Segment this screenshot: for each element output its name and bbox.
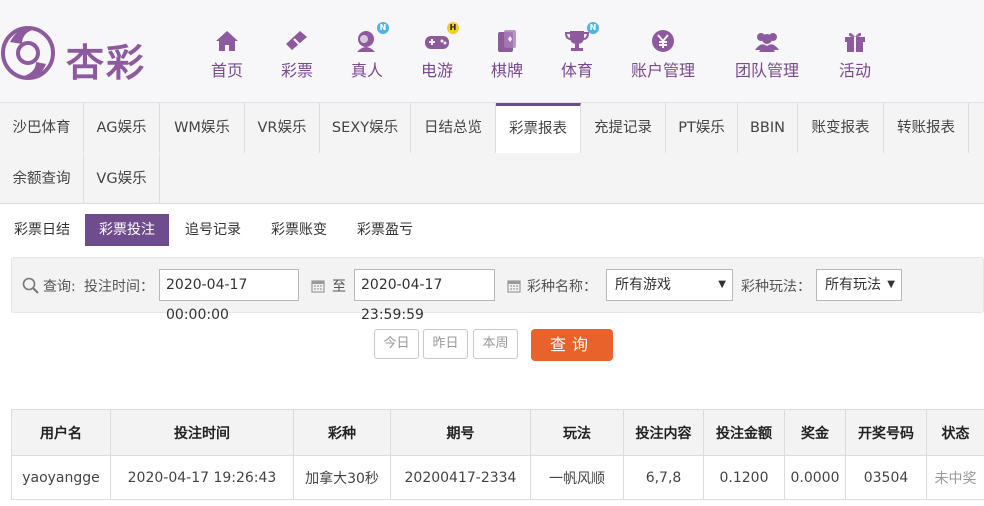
tab-deposit-withdraw[interactable]: 充提记录	[581, 103, 666, 153]
query-panel: 查询: 投注时间： 2020-04-17 00:00:00 至 2020-04-…	[11, 257, 984, 323]
nav-item-live[interactable]: N 真人	[346, 22, 389, 82]
cell-bet-content: 6,7,8	[623, 455, 704, 500]
nav-item-home[interactable]: 首页	[206, 26, 248, 82]
cell-bet-time: 2020-04-17 19:26:43	[110, 455, 294, 500]
team-icon	[755, 33, 779, 52]
tab-sexy[interactable]: SEXY娱乐	[320, 103, 411, 153]
tab-lottery-report[interactable]: 彩票报表	[496, 103, 581, 153]
end-time-input[interactable]: 2020-04-17 23:59:59	[354, 269, 495, 323]
nav-label: 活动	[838, 61, 871, 80]
lottery-name-value: 所有游戏	[615, 277, 671, 293]
tab-wm[interactable]: WM娱乐	[160, 103, 245, 153]
col-draw-number: 开奖号码	[845, 409, 927, 456]
nav-badge-new: N	[587, 22, 599, 34]
tab-daily-overview[interactable]: 日结总览	[411, 103, 496, 153]
play-type-select[interactable]: 所有玩法 ▼	[816, 269, 902, 301]
cell-draw-number: 03504	[845, 455, 927, 500]
col-play: 玩法	[530, 409, 624, 456]
nav-item-promotions[interactable]: 活动	[834, 26, 876, 82]
col-lottery: 彩种	[293, 409, 391, 456]
lottery-name-label: 彩种名称：	[527, 279, 597, 295]
tab-bbin[interactable]: BBIN	[738, 103, 798, 153]
live-dealer-icon	[357, 31, 375, 52]
tab-pt[interactable]: PT娱乐	[666, 103, 738, 153]
subtab-lottery-daily[interactable]: 彩票日结	[0, 214, 84, 246]
nav-label: 电游	[420, 61, 453, 80]
range-separator: 至	[332, 279, 346, 295]
gamepad-icon	[425, 36, 449, 49]
calendar-icon[interactable]	[507, 279, 521, 293]
tab-balance-query[interactable]: 余额查询	[0, 154, 84, 204]
nav-label: 真人	[350, 61, 383, 80]
nav-badge-hot: H	[447, 22, 459, 34]
tab-saba-sports[interactable]: 沙巴体育	[0, 103, 84, 153]
brand-logo[interactable]: 杏彩	[0, 22, 160, 85]
this-week-button[interactable]: 本周	[473, 329, 518, 359]
col-username: 用户名	[11, 409, 111, 456]
table-header-row: 用户名 投注时间 彩种 期号 玩法 投注内容 投注金额 奖金 开奖号码 状态	[11, 409, 984, 456]
nav-item-sports[interactable]: N 体育	[556, 22, 599, 82]
status-badge: 未中奖	[926, 455, 984, 500]
calendar-icon[interactable]	[311, 279, 325, 293]
report-category-tabs: 沙巴体育 AG娱乐 WM娱乐 VR娱乐 SEXY娱乐 日结总览 彩票报表 充提记…	[0, 102, 984, 204]
col-bet-time: 投注时间	[110, 409, 294, 456]
nav-item-chess-cards[interactable]: 棋牌	[486, 26, 528, 82]
search-icon	[22, 277, 39, 294]
nav-item-lottery[interactable]: 彩票	[276, 26, 318, 82]
tab-balance-change[interactable]: 账变报表	[798, 103, 884, 153]
nav-label: 体育	[560, 61, 593, 80]
table-row[interactable]: yaoyangge 2020-04-17 19:26:43 加拿大30秒 202…	[11, 455, 984, 500]
col-bet-content: 投注内容	[623, 409, 704, 456]
lottery-ticket-icon	[286, 31, 307, 50]
nav-badge-new: N	[377, 22, 389, 34]
subtab-lottery-balance-change[interactable]: 彩票账变	[257, 214, 341, 246]
cards-icon	[498, 30, 516, 52]
chevron-down-icon: ▼	[718, 279, 726, 290]
subtab-chase-records[interactable]: 追号记录	[171, 214, 255, 246]
bet-time-label: 投注时间：	[84, 279, 154, 295]
play-type-label: 彩种玩法：	[741, 279, 811, 295]
nav-label: 彩票	[280, 61, 313, 80]
nav-item-team[interactable]: 团队管理	[732, 26, 802, 82]
play-type-value: 所有玩法	[825, 277, 881, 293]
tab-vg[interactable]: VG娱乐	[84, 154, 160, 204]
gift-icon	[845, 32, 865, 52]
subtab-lottery-profit-loss[interactable]: 彩票盈亏	[343, 214, 427, 246]
start-time-input[interactable]: 2020-04-17 00:00:00	[159, 269, 299, 323]
cell-username: yaoyangge	[11, 455, 111, 500]
nav-label: 棋牌	[490, 61, 523, 80]
nav-label: 团队管理	[734, 61, 799, 80]
nav-label: 账户管理	[630, 61, 695, 80]
trophy-icon	[564, 31, 590, 51]
chevron-down-icon: ▼	[887, 279, 895, 290]
top-header: 杏彩 首页 彩票 N 真人 H 电游 棋牌 N 体育 账户管理 团队管理 活动	[0, 0, 984, 102]
query-label: 查询:	[43, 279, 76, 295]
col-bet-amount: 投注金额	[703, 409, 785, 456]
today-button[interactable]: 今日	[374, 329, 419, 359]
cell-bet-amount: 0.1200	[703, 455, 785, 500]
cell-issue: 20200417-2334	[390, 455, 531, 500]
home-icon	[216, 31, 238, 51]
bets-table: 用户名 投注时间 彩种 期号 玩法 投注内容 投注金额 奖金 开奖号码 状态 y…	[11, 409, 984, 500]
logo-emblem-icon	[1, 26, 55, 80]
tab-transfer-report[interactable]: 转账报表	[884, 103, 969, 153]
subtab-lottery-bets[interactable]: 彩票投注	[85, 214, 169, 246]
cell-play: 一帆风顺	[530, 455, 624, 500]
col-issue: 期号	[390, 409, 531, 456]
lottery-name-select[interactable]: 所有游戏 ▼	[606, 269, 733, 301]
col-prize: 奖金	[784, 409, 846, 456]
brand-name: 杏彩	[66, 40, 147, 85]
search-button[interactable]: 查询	[531, 329, 613, 361]
yen-icon	[652, 30, 674, 52]
cell-prize: 0.0000	[784, 455, 846, 500]
nav-item-slots[interactable]: H 电游	[416, 22, 459, 82]
nav-label: 首页	[210, 61, 243, 80]
tab-vr[interactable]: VR娱乐	[245, 103, 320, 153]
nav-item-account[interactable]: 账户管理	[628, 26, 698, 82]
cell-lottery: 加拿大30秒	[293, 455, 391, 500]
tab-ag[interactable]: AG娱乐	[84, 103, 160, 153]
col-status: 状态	[926, 409, 984, 456]
yesterday-button[interactable]: 昨日	[423, 329, 468, 359]
